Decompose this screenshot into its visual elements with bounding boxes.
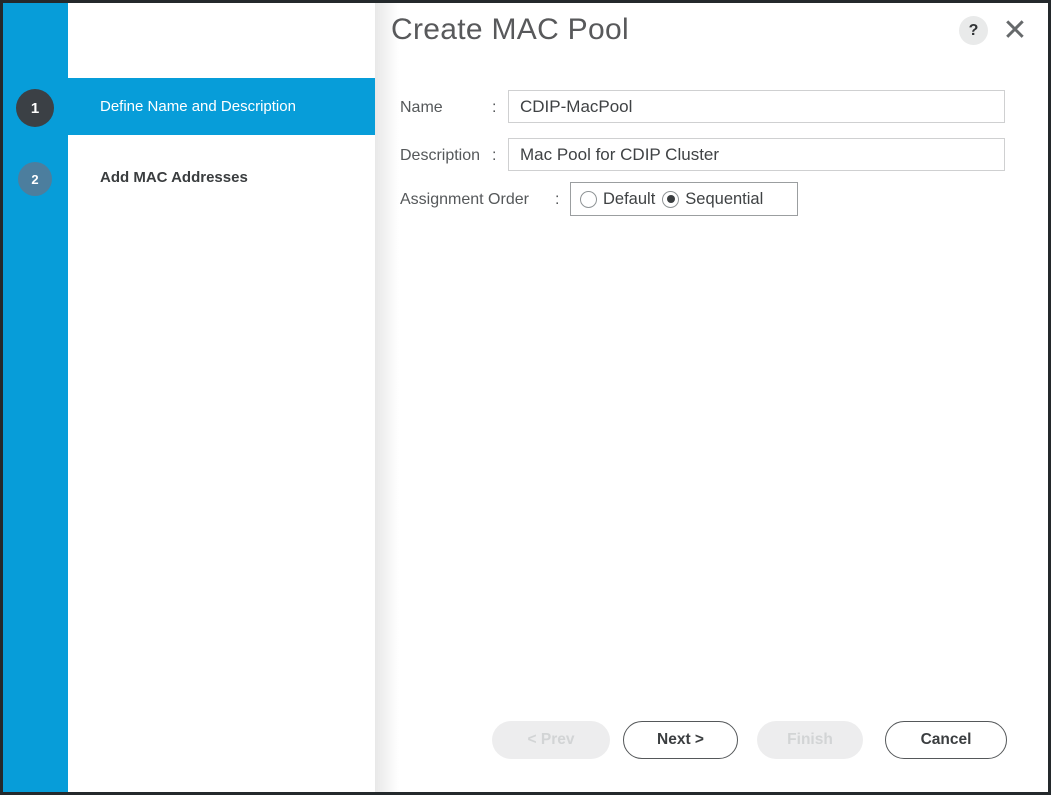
step-1-label[interactable]: Define Name and Description	[100, 78, 370, 135]
dialog-main-panel: Create MAC Pool ? ✕ Name : Description :…	[375, 3, 1048, 792]
description-label: Description	[400, 147, 480, 165]
panel-edge-shadow	[375, 3, 399, 792]
close-icon[interactable]: ✕	[997, 7, 1033, 53]
step-2-badge: 2	[18, 162, 52, 196]
assignment-order-group: Default Sequential	[570, 182, 798, 216]
description-colon: :	[492, 147, 496, 165]
name-colon: :	[492, 99, 496, 117]
step-1-badge: 1	[16, 89, 54, 127]
finish-button[interactable]: Finish	[757, 721, 863, 759]
cancel-button[interactable]: Cancel	[885, 721, 1007, 759]
step-2-number: 2	[31, 172, 38, 187]
next-button[interactable]: Next >	[623, 721, 738, 759]
create-mac-pool-dialog: 1 Define Name and Description 2 Add MAC …	[0, 0, 1051, 795]
radio-option-sequential[interactable]: Sequential	[662, 190, 763, 209]
radio-default-label: Default	[603, 190, 655, 209]
assignment-order-label: Assignment Order	[400, 191, 529, 209]
radio-default-icon[interactable]	[580, 191, 597, 208]
radio-option-default[interactable]: Default	[580, 190, 655, 209]
name-label: Name	[400, 99, 443, 117]
step-2-label[interactable]: Add MAC Addresses	[100, 169, 248, 186]
radio-sequential-label: Sequential	[685, 190, 763, 209]
radio-sequential-icon[interactable]	[662, 191, 679, 208]
assignment-order-colon: :	[555, 191, 559, 209]
description-field[interactable]	[508, 138, 1005, 171]
name-field[interactable]	[508, 90, 1005, 123]
help-icon[interactable]: ?	[959, 16, 988, 45]
prev-button[interactable]: < Prev	[492, 721, 610, 759]
step-1-number: 1	[31, 100, 39, 117]
page-title: Create MAC Pool	[391, 13, 629, 47]
